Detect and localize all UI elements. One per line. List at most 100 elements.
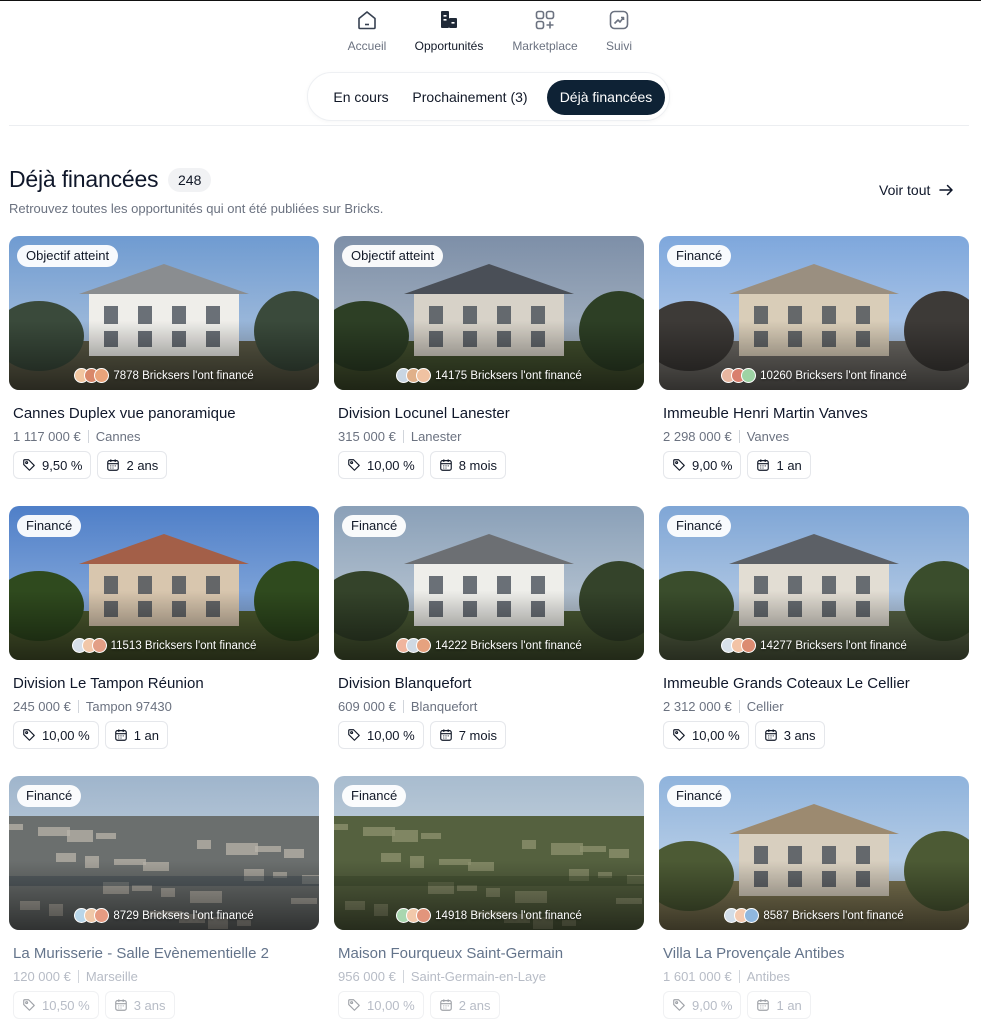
card-chips: 10,00 % 8 mois: [334, 451, 644, 479]
avatar: [741, 368, 757, 383]
duration-value: 7 mois: [458, 727, 497, 743]
meta-divider: [77, 700, 79, 713]
card-meta: 2 298 000 € Vanves: [659, 429, 969, 444]
yield-value: 10,00 %: [367, 457, 415, 473]
investors-count: 11513 Bricksers l'ont financé: [110, 639, 257, 652]
card-image[interactable]: Financé 14918 Bricksers l'ont financé: [334, 776, 644, 930]
card-location: Marseille: [85, 969, 138, 984]
marketplace-icon: [535, 10, 555, 30]
status-badge: Financé: [667, 515, 732, 537]
investors-count: 8587 Bricksers l'ont financé: [763, 909, 904, 922]
calendar-icon: [757, 999, 770, 1011]
card-title[interactable]: Division Le Tampon Réunion: [9, 675, 319, 692]
status-badge: Financé: [667, 785, 732, 807]
divider: [9, 125, 969, 126]
card-location: Cellier: [746, 699, 784, 714]
opportunity-card[interactable]: Objectif atteint 7878 Bricksers l'ont fi…: [9, 236, 319, 479]
yield-value: 9,50 %: [42, 457, 83, 473]
card-image[interactable]: Financé 8729 Bricksers l'ont financé: [9, 776, 319, 930]
card-image[interactable]: Objectif atteint 14175 Bricksers l'ont f…: [334, 236, 644, 390]
card-title[interactable]: Immeuble Henri Martin Vanves: [659, 405, 969, 422]
opportunity-card[interactable]: Financé 8587 Bricksers l'ont financé Vil…: [659, 776, 969, 1019]
card-meta: 120 000 € Marseille: [9, 969, 319, 984]
card-title[interactable]: Immeuble Grands Coteaux Le Cellier: [659, 675, 969, 692]
tab-en-cours[interactable]: En cours: [316, 80, 406, 115]
status-badge: Financé: [667, 245, 732, 267]
card-location: Saint-Germain-en-Laye: [410, 969, 546, 984]
calendar-icon: [107, 459, 120, 471]
opportunity-card[interactable]: Financé 14277 Bricksers l'ont financé Im…: [659, 506, 969, 749]
card-location: Blanquefort: [410, 699, 478, 714]
calendar-icon: [439, 459, 452, 471]
tag-icon: [348, 999, 360, 1011]
card-title[interactable]: Villa La Provençale Antibes: [659, 945, 969, 962]
yield-chip: 9,00 %: [663, 991, 742, 1019]
yield-value: 9,00 %: [692, 457, 733, 473]
card-location: Cannes: [95, 429, 141, 444]
calendar-icon: [114, 729, 127, 741]
avatar: [416, 368, 432, 383]
count-badge: 248: [168, 168, 212, 192]
card-price: 956 000 €: [338, 969, 396, 984]
top-border: [0, 0, 981, 1]
tag-icon: [673, 459, 685, 471]
card-location: Antibes: [746, 969, 791, 984]
card-title[interactable]: Division Blanquefort: [334, 675, 644, 692]
duration-chip: 1 an: [747, 451, 811, 479]
duration-chip: 8 mois: [429, 451, 506, 479]
avatar: [94, 368, 110, 383]
investors-row: 7878 Bricksers l'ont financé: [9, 368, 319, 383]
duration-value: 1 an: [133, 727, 160, 743]
card-price: 1 117 000 €: [13, 429, 81, 444]
meta-divider: [77, 970, 79, 983]
yield-value: 10,50 %: [42, 997, 90, 1013]
avatar: [416, 908, 432, 923]
tag-icon: [23, 999, 35, 1011]
investors-row: 8587 Bricksers l'ont financé: [659, 908, 969, 923]
yield-value: 10,00 %: [42, 727, 90, 743]
card-chips: 10,00 % 2 ans: [334, 991, 644, 1019]
investors-count: 14918 Bricksers l'ont financé: [435, 909, 582, 922]
card-price: 609 000 €: [338, 699, 396, 714]
nav-item-opportunites[interactable]: Opportunités: [410, 8, 488, 53]
opportunity-card[interactable]: Financé 14222 Bricksers l'ont financé Di…: [334, 506, 644, 749]
card-image[interactable]: Financé 14277 Bricksers l'ont financé: [659, 506, 969, 660]
yield-value: 10,00 %: [367, 727, 415, 743]
card-title[interactable]: La Murisserie - Salle Evènementielle 2: [9, 945, 319, 962]
opportunity-card[interactable]: Objectif atteint 14175 Bricksers l'ont f…: [334, 236, 644, 479]
nav-item-accueil[interactable]: Accueil: [345, 8, 389, 53]
card-image[interactable]: Financé 10260 Bricksers l'ont financé: [659, 236, 969, 390]
card-title[interactable]: Division Locunel Lanester: [334, 405, 644, 422]
section-subtitle: Retrouvez toutes les opportunités qui on…: [9, 201, 384, 216]
opportunity-card[interactable]: Financé 8729 Bricksers l'ont financé La …: [9, 776, 319, 1019]
card-image[interactable]: Financé 14222 Bricksers l'ont financé: [334, 506, 644, 660]
tag-icon: [673, 729, 685, 741]
card-title[interactable]: Cannes Duplex vue panoramique: [9, 405, 319, 422]
opportunity-card[interactable]: Financé 11513 Bricksers l'ont financé Di…: [9, 506, 319, 749]
duration-chip: 2 ans: [97, 451, 168, 479]
card-meta: 609 000 € Blanquefort: [334, 699, 644, 714]
duration-chip: 3 ans: [754, 721, 825, 749]
yield-chip: 9,00 %: [663, 451, 742, 479]
tab-deja-financees[interactable]: Déjà financées: [547, 80, 665, 115]
opportunity-card[interactable]: Financé 14918 Bricksers l'ont financé Ma…: [334, 776, 644, 1019]
duration-value: 2 ans: [458, 997, 491, 1013]
card-image[interactable]: Financé 11513 Bricksers l'ont financé: [9, 506, 319, 660]
investors-count: 7878 Bricksers l'ont financé: [113, 369, 254, 382]
see-all-link[interactable]: Voir tout: [879, 182, 954, 198]
card-location: Lanester: [410, 429, 462, 444]
card-image[interactable]: Financé 8587 Bricksers l'ont financé: [659, 776, 969, 930]
home-icon: [358, 11, 376, 30]
nav-item-marketplace[interactable]: Marketplace: [508, 8, 582, 53]
meta-divider: [738, 970, 740, 983]
tab-prochainement[interactable]: Prochainement (3): [405, 80, 535, 115]
nav-item-suivi[interactable]: Suivi: [600, 8, 638, 53]
card-price: 315 000 €: [338, 429, 396, 444]
status-badge: Financé: [342, 785, 407, 807]
card-price: 120 000 €: [13, 969, 71, 984]
card-image[interactable]: Objectif atteint 7878 Bricksers l'ont fi…: [9, 236, 319, 390]
status-badge: Objectif atteint: [342, 245, 444, 267]
arrow-right-icon: [939, 184, 954, 196]
opportunity-card[interactable]: Financé 10260 Bricksers l'ont financé Im…: [659, 236, 969, 479]
card-title[interactable]: Maison Fourqueux Saint-Germain: [334, 945, 644, 962]
